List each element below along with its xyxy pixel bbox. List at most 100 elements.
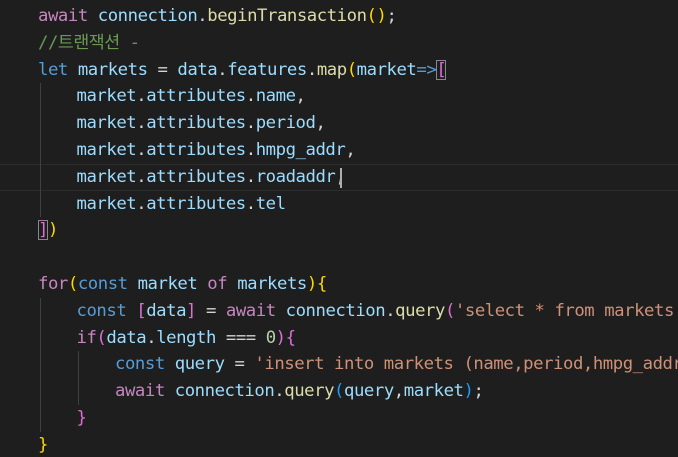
code-token: const — [77, 274, 128, 294]
code-token: . — [136, 86, 147, 107]
indent-guide — [40, 297, 41, 432]
code-line[interactable]: market.attributes.name, — [0, 83, 678, 110]
code-token: ; — [386, 6, 397, 26]
code-token: ) — [306, 274, 317, 294]
code-token: market — [76, 86, 137, 107]
code-token: //트랜잭션 - — [38, 32, 140, 53]
code-line[interactable]: market.attributes.tel — [0, 191, 678, 218]
code-token: 'insert into markets (name,period,hmpg_a… — [254, 354, 678, 375]
code-token: for — [38, 274, 68, 294]
code-token: . — [245, 86, 256, 107]
code-text: ]) — [38, 217, 58, 244]
code-token: ( — [96, 327, 107, 348]
code-editor[interactable]: await connection.beginTransaction();//트랜… — [0, 0, 678, 457]
code-text: if(data.length === 0){ — [76, 325, 297, 352]
code-token: ( — [67, 274, 78, 294]
code-line[interactable]: const [data] = await connection.query('s… — [0, 298, 678, 325]
code-token: features — [227, 59, 307, 80]
code-token: . — [385, 300, 396, 321]
code-text: market.attributes.name, — [77, 83, 306, 110]
code-line[interactable]: let markets = data.features.map(market=>… — [0, 57, 678, 84]
code-token: { — [316, 274, 327, 294]
code-token: ( — [334, 381, 345, 402]
code-token: ) — [275, 327, 286, 348]
code-token: map — [316, 59, 347, 80]
code-text: const query = 'insert into markets (name… — [115, 351, 678, 378]
code-token: ( — [346, 59, 357, 80]
code-line[interactable] — [0, 244, 678, 271]
code-token: attributes — [146, 166, 246, 187]
code-text: for(const market of markets){ — [38, 271, 327, 298]
code-token: query — [284, 381, 335, 402]
code-token: . — [136, 113, 147, 134]
code-token: . — [136, 193, 147, 214]
text-cursor — [340, 167, 342, 188]
code-token: . — [306, 59, 317, 80]
code-token: ) — [47, 220, 58, 241]
code-token: } — [76, 408, 87, 428]
code-line[interactable]: //트랜잭션 - — [0, 30, 678, 57]
code-token: period — [255, 113, 316, 134]
code-token: await — [115, 381, 165, 402]
code-token: attributes — [146, 113, 246, 134]
code-token: market — [76, 166, 137, 187]
code-token: tel — [255, 193, 286, 214]
code-text: await connection.beginTransaction(); — [38, 3, 397, 30]
code-token: length — [156, 327, 216, 348]
code-token: roadaddr — [255, 166, 336, 187]
code-token: ; — [473, 381, 484, 402]
code-token: attributes — [146, 140, 246, 160]
code-token: . — [245, 113, 256, 134]
code-token: . — [274, 381, 285, 402]
code-token: name — [255, 86, 296, 107]
code-text: market.attributes.hmpg_addr, — [77, 137, 356, 164]
code-text: } — [77, 405, 87, 432]
code-token: , — [393, 381, 404, 402]
code-token: () — [366, 6, 387, 26]
code-line[interactable]: market.attributes.hmpg_addr, — [0, 137, 678, 164]
code-token: market — [76, 193, 137, 214]
code-line[interactable]: ]) — [0, 217, 678, 244]
code-line[interactable]: } — [0, 432, 678, 457]
code-line[interactable]: await connection.query(query,market); — [0, 378, 678, 405]
code-line[interactable]: const query = 'insert into markets (name… — [0, 351, 678, 378]
code-token: data — [106, 327, 147, 348]
code-token: => — [416, 59, 437, 80]
code-text: //트랜잭션 - — [38, 30, 140, 57]
code-line-current[interactable]: market.attributes.roadaddr, — [0, 163, 678, 191]
code-line[interactable]: await connection.beginTransaction(); — [0, 3, 678, 30]
code-token: , — [315, 113, 326, 134]
code-token: const — [115, 354, 165, 375]
code-token: . — [146, 327, 157, 348]
matched-bracket: ] — [38, 220, 48, 241]
code-line[interactable]: if(data.length === 0){ — [0, 325, 678, 352]
code-token: data — [146, 300, 187, 321]
code-line[interactable]: for(const market of markets){ — [0, 271, 678, 298]
code-text: market.attributes.period, — [77, 110, 326, 137]
code-token: market — [137, 274, 198, 294]
code-token: attributes — [146, 193, 246, 214]
code-text: let markets = data.features.map(market=>… — [38, 57, 447, 84]
code-token: = — [224, 354, 255, 375]
code-token: , — [295, 86, 306, 107]
code-token: market — [403, 381, 464, 402]
indent-guide — [40, 83, 41, 218]
code-token: connection — [285, 300, 386, 321]
code-line[interactable]: } — [0, 405, 678, 432]
code-line[interactable]: market.attributes.period, — [0, 110, 678, 137]
code-token: 'select * from markets — [454, 300, 674, 321]
code-text: market.attributes.tel — [76, 191, 287, 218]
code-text: await connection.query(query,market); — [115, 378, 484, 405]
code-token: if — [76, 327, 97, 348]
code-token: query — [174, 354, 225, 375]
code-token: . — [136, 140, 147, 160]
code-token: = — [147, 59, 178, 80]
